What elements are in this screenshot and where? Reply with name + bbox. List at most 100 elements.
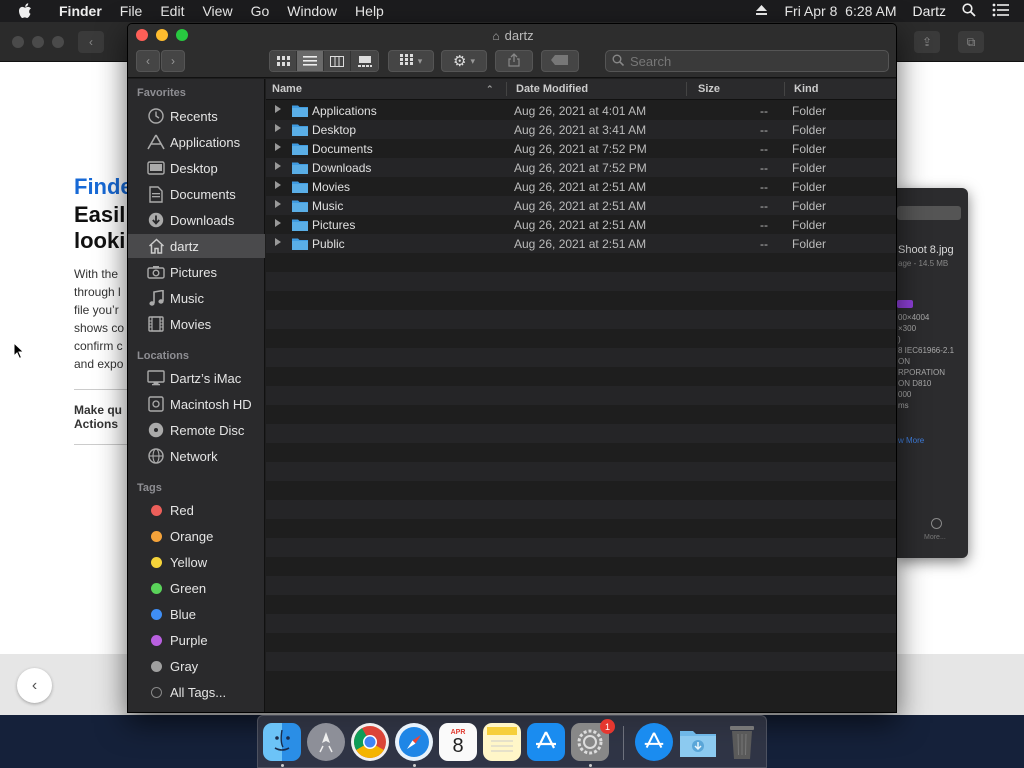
bg-tabs-icon[interactable]: ⧉ xyxy=(958,31,984,53)
inspector-more-label[interactable]: More... xyxy=(924,534,946,541)
forward-button[interactable]: › xyxy=(161,50,185,72)
sidebar-tag-green[interactable]: Green xyxy=(128,576,265,600)
bg-share-icon[interactable]: ⇪ xyxy=(914,31,940,53)
bg-subheading: Make qu Actions xyxy=(74,403,122,431)
system-preferences-dock-icon[interactable]: 1 xyxy=(571,719,615,761)
sidebar-item-downloads[interactable]: Downloads xyxy=(128,208,265,232)
inspector-show-more-link[interactable]: w More xyxy=(898,436,924,445)
action-menu-button[interactable]: ⚙ ▾ xyxy=(441,50,487,72)
table-row[interactable]: Downloads Aug 26, 2021 at 7:52 PM -- Folder xyxy=(266,158,896,177)
menu-help[interactable]: Help xyxy=(346,3,393,19)
icon-view-icon[interactable] xyxy=(270,51,297,71)
back-button[interactable]: ‹ xyxy=(136,50,160,72)
sidebar-tag-orange[interactable]: Orange xyxy=(128,524,265,548)
disclosure-triangle-icon[interactable] xyxy=(275,105,281,113)
sidebar-tag-gray[interactable]: Gray xyxy=(128,654,265,678)
disclosure-triangle-icon[interactable] xyxy=(275,200,281,208)
menu-app-name[interactable]: Finder xyxy=(50,3,111,19)
eject-icon[interactable] xyxy=(747,3,776,19)
column-separator[interactable] xyxy=(784,82,785,96)
menu-edit[interactable]: Edit xyxy=(151,3,193,19)
column-header-size[interactable]: Size xyxy=(698,83,720,95)
sidebar-item-desktop[interactable]: Desktop xyxy=(128,156,265,180)
empty-row xyxy=(266,367,896,386)
chevron-down-icon: ▾ xyxy=(417,55,423,66)
table-row[interactable]: Music Aug 26, 2021 at 2:51 AM -- Folder xyxy=(266,196,896,215)
gallery-view-icon[interactable] xyxy=(351,51,378,71)
apple-menu-icon[interactable] xyxy=(0,3,50,19)
column-separator[interactable] xyxy=(686,82,687,96)
table-row[interactable]: Desktop Aug 26, 2021 at 3:41 AM -- Folder xyxy=(266,120,896,139)
menu-go[interactable]: Go xyxy=(242,3,279,19)
more-icon[interactable] xyxy=(931,518,942,529)
table-row[interactable]: Movies Aug 26, 2021 at 2:51 AM -- Folder xyxy=(266,177,896,196)
chevron-left-icon: ‹ xyxy=(146,54,150,68)
column-separator[interactable] xyxy=(506,82,507,96)
bg-window-close-icon[interactable] xyxy=(12,36,24,48)
disclosure-triangle-icon[interactable] xyxy=(275,143,281,151)
bg-heading-blue: Finde xyxy=(74,174,133,199)
trash-dock-icon[interactable] xyxy=(723,723,761,761)
safari-dock-icon[interactable] xyxy=(395,723,433,761)
inspector-meta-line: ms xyxy=(898,401,909,410)
group-by-button[interactable]: ▾ xyxy=(388,50,434,72)
list-view-icon[interactable] xyxy=(297,51,324,71)
chrome-dock-icon[interactable] xyxy=(351,723,389,761)
table-row[interactable]: Public Aug 26, 2021 at 2:51 AM -- Folder xyxy=(266,234,896,253)
folder-icon xyxy=(292,180,308,193)
sidebar-item-pictures[interactable]: Pictures xyxy=(128,260,265,284)
column-view-icon[interactable] xyxy=(324,51,351,71)
disclosure-triangle-icon[interactable] xyxy=(275,162,281,170)
menu-file[interactable]: File xyxy=(111,3,152,19)
sidebar-tag-red[interactable]: Red xyxy=(128,498,265,522)
empty-row xyxy=(266,557,896,576)
finder-dock-icon[interactable] xyxy=(263,723,301,761)
sidebar-item-dartz[interactable]: dartz xyxy=(128,234,265,258)
app-store-dock-icon[interactable] xyxy=(527,723,565,761)
column-header-kind[interactable]: Kind xyxy=(794,83,818,95)
disclosure-triangle-icon[interactable] xyxy=(275,219,281,227)
downloads-folder-dock-icon[interactable] xyxy=(679,723,717,761)
menu-clock[interactable]: Fri Apr 8 6:28 AM xyxy=(776,3,904,19)
file-date-modified: Aug 26, 2021 at 2:51 AM xyxy=(514,218,647,232)
sidebar-item-macintosh-hd[interactable]: Macintosh HD xyxy=(128,392,265,416)
sidebar-item-movies[interactable]: Movies xyxy=(128,312,265,336)
sidebar-item-music[interactable]: Music xyxy=(128,286,265,310)
table-row[interactable]: Documents Aug 26, 2021 at 7:52 PM -- Folder xyxy=(266,139,896,158)
bg-para-line: through l xyxy=(74,285,121,299)
control-center-icon[interactable] xyxy=(984,3,1024,20)
bg-previous-button[interactable]: ‹ xyxy=(17,668,52,703)
edit-tags-button[interactable] xyxy=(541,50,579,72)
table-row[interactable]: Applications Aug 26, 2021 at 4:01 AM -- Fol… xyxy=(266,101,896,120)
launchpad-dock-icon[interactable] xyxy=(307,723,345,761)
bg-back-icon[interactable]: ‹ xyxy=(78,31,104,53)
sidebar-item-network[interactable]: Network xyxy=(128,444,265,468)
sidebar-tag-yellow[interactable]: Yellow xyxy=(128,550,265,574)
menu-user[interactable]: Dartz xyxy=(905,3,954,19)
disclosure-triangle-icon[interactable] xyxy=(275,124,281,132)
bg-window-zoom-icon[interactable] xyxy=(52,36,64,48)
menu-view[interactable]: View xyxy=(193,3,241,19)
sidebar-tag-purple[interactable]: Purple xyxy=(128,628,265,652)
notes-dock-icon[interactable] xyxy=(483,723,521,761)
sidebar-all-tags[interactable]: All Tags... xyxy=(128,680,265,704)
column-header-date[interactable]: Date Modified xyxy=(516,83,588,95)
sidebar-item-recents[interactable]: Recents xyxy=(128,104,265,128)
disclosure-triangle-icon[interactable] xyxy=(275,181,281,189)
spotlight-search-icon[interactable] xyxy=(954,2,984,20)
sidebar-tag-blue[interactable]: Blue xyxy=(128,602,265,626)
sidebar-item-applications[interactable]: Applications xyxy=(128,130,265,154)
empty-row xyxy=(266,519,896,538)
sidebar-item-imac[interactable]: Dartz’s iMac xyxy=(128,366,265,390)
share-button[interactable] xyxy=(495,50,533,72)
disclosure-triangle-icon[interactable] xyxy=(275,238,281,246)
app-store-download-dock-icon[interactable] xyxy=(635,723,673,761)
search-field[interactable]: Search xyxy=(605,50,889,72)
bg-window-minimize-icon[interactable] xyxy=(32,36,44,48)
sidebar-item-documents[interactable]: Documents xyxy=(128,182,265,206)
calendar-dock-icon[interactable]: APR 8 xyxy=(439,723,477,761)
menu-window[interactable]: Window xyxy=(278,3,346,19)
sidebar-item-remote-disc[interactable]: Remote Disc xyxy=(128,418,265,442)
table-row[interactable]: Pictures Aug 26, 2021 at 2:51 AM -- Folder xyxy=(266,215,896,234)
column-header-name[interactable]: Name xyxy=(272,83,302,95)
